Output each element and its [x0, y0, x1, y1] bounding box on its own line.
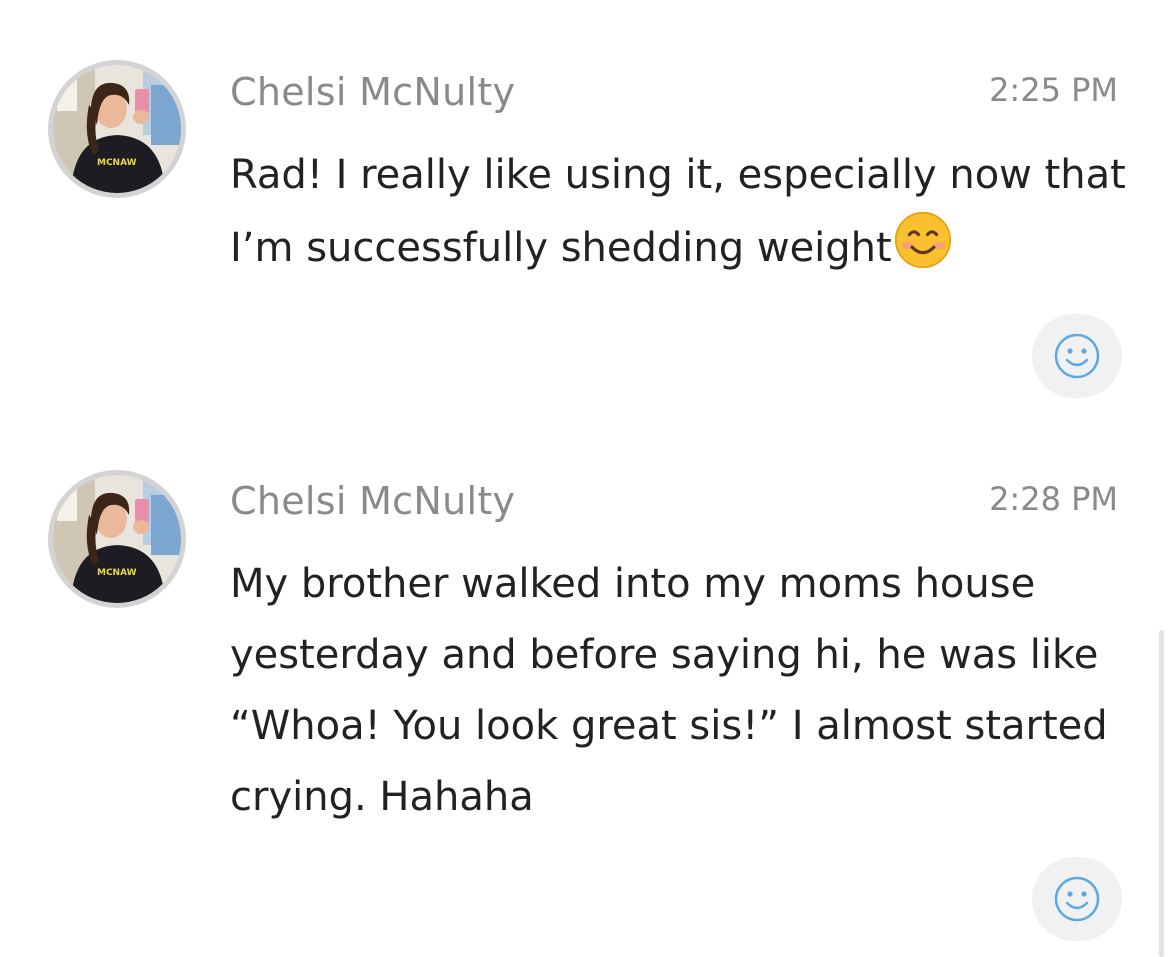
message-item: MCNAW Chelsi McNulty 2:28 PM My brother …: [0, 0, 1170, 957]
avatar[interactable]: MCNAW: [48, 470, 186, 608]
sender-name: Chelsi McNulty: [230, 479, 516, 523]
avatar-photo: MCNAW: [53, 475, 181, 603]
message-text: My brother walked into my moms house yes…: [230, 561, 1108, 820]
scrollbar[interactable]: [1159, 630, 1164, 957]
svg-text:MCNAW: MCNAW: [97, 568, 137, 578]
smiley-icon: [1054, 876, 1100, 922]
add-reaction-button[interactable]: [1032, 857, 1122, 941]
message-timestamp: 2:28 PM: [989, 480, 1118, 518]
